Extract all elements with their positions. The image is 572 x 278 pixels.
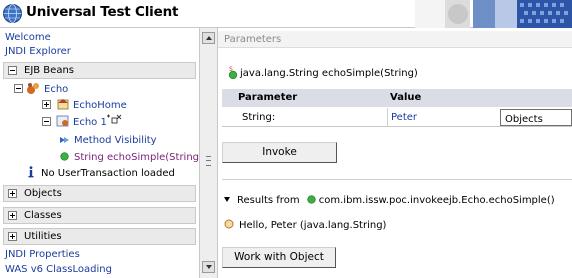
- tree-item-echohome[interactable]: EchoHome: [73, 100, 127, 111]
- nav-link-jndi-explorer[interactable]: JNDI Explorer: [5, 46, 71, 57]
- result-object-icon: [224, 219, 234, 229]
- collapse-icon[interactable]: [8, 66, 17, 75]
- tree-expand-icon[interactable]: [42, 100, 51, 109]
- public-method-icon: [307, 195, 316, 204]
- navigation-pane: Welcome JNDI Explorer EJB Beans Echo Ech…: [0, 28, 203, 278]
- section-utilities-label: Utilities: [24, 231, 62, 242]
- expand-icon[interactable]: [8, 232, 17, 241]
- tree-item-echo[interactable]: Echo: [44, 84, 68, 95]
- section-ejb-beans[interactable]: EJB Beans: [3, 62, 196, 79]
- public-method-icon: [60, 152, 69, 161]
- pane-splitter[interactable]: [199, 28, 218, 278]
- scroll-up-icon[interactable]: [202, 32, 215, 44]
- results-prefix: Results from: [237, 195, 300, 206]
- invoke-button[interactable]: Invoke: [222, 142, 337, 163]
- nav-link-welcome[interactable]: Welcome: [5, 32, 51, 43]
- nav-link-was-classloading[interactable]: WAS v6 ClassLoading: [5, 264, 112, 275]
- result-text: Hello, Peter (java.lang.String): [239, 220, 387, 231]
- invoke-button-label: Invoke: [262, 146, 297, 158]
- bean-instance-icon: [56, 115, 69, 127]
- home-interface-icon: [57, 99, 69, 110]
- column-header-value: Value: [390, 92, 422, 103]
- parameter-type-select[interactable]: Objects: [500, 109, 572, 126]
- section-objects[interactable]: Objects: [3, 185, 196, 202]
- parameters-header: Parameters: [218, 31, 572, 48]
- section-utilities[interactable]: Utilities: [3, 228, 196, 245]
- parameter-name: String:: [242, 112, 276, 123]
- collapse-triangle-icon[interactable]: [224, 197, 230, 202]
- scroll-down-icon[interactable]: [202, 261, 215, 273]
- remove-bean-icon[interactable]: [106, 113, 122, 125]
- static-method-icon: S: [228, 66, 238, 80]
- section-classes-label: Classes: [24, 210, 62, 221]
- info-icon: [28, 166, 34, 178]
- expand-icon[interactable]: [8, 189, 17, 198]
- header-banner: [415, 0, 572, 28]
- parameter-type-value: Objects: [505, 114, 543, 125]
- section-ejb-beans-label: EJB Beans: [24, 65, 74, 76]
- parameter-value-field[interactable]: Peter: [387, 108, 499, 127]
- result-value: Hello, Peter (java.lang.String): [224, 219, 386, 231]
- app-header: Universal Test Client: [0, 0, 572, 28]
- parameters-pane: Parameters S java.lang.String echoSimple…: [218, 28, 572, 278]
- results-method: com.ibm.issw.poc.invokeejb.Echo.echoSimp…: [318, 195, 555, 206]
- ejb-jar-icon: [27, 83, 39, 94]
- method-signature: java.lang.String echoSimple(String): [240, 68, 418, 79]
- tree-item-method-visibility[interactable]: Method Visibility: [74, 135, 157, 146]
- tree-collapse-icon[interactable]: [14, 84, 23, 93]
- column-header-parameter: Parameter: [238, 92, 298, 103]
- parameter-value[interactable]: Peter: [391, 112, 417, 123]
- section-objects-label: Objects: [24, 188, 62, 199]
- tree-item-method-echosimple[interactable]: String echoSimple(String): [74, 152, 203, 163]
- nav-link-jndi-properties[interactable]: JNDI Properties: [5, 249, 80, 260]
- method-visibility-icon: [60, 137, 69, 143]
- no-user-transaction-text: No UserTransaction loaded: [41, 168, 175, 179]
- ibm-globe-icon: [3, 4, 22, 23]
- tree-item-echo-1[interactable]: Echo 1: [73, 117, 107, 128]
- table-header: Parameter Value: [222, 89, 572, 107]
- divider: [222, 179, 572, 180]
- results-header[interactable]: Results from com.ibm.issw.poc.invokeejb.…: [224, 195, 555, 206]
- expand-icon[interactable]: [8, 211, 17, 220]
- work-with-object-label: Work with Object: [234, 251, 324, 263]
- svg-text:S: S: [229, 66, 233, 73]
- section-classes[interactable]: Classes: [3, 207, 196, 224]
- table-row: String: Peter Objects: [222, 108, 572, 127]
- app-title: Universal Test Client: [26, 4, 179, 20]
- parameters-title: Parameters: [224, 34, 282, 45]
- work-with-object-button[interactable]: Work with Object: [222, 247, 336, 268]
- tree-collapse-icon[interactable]: [42, 117, 51, 126]
- splitter-grip-icon[interactable]: [206, 156, 211, 166]
